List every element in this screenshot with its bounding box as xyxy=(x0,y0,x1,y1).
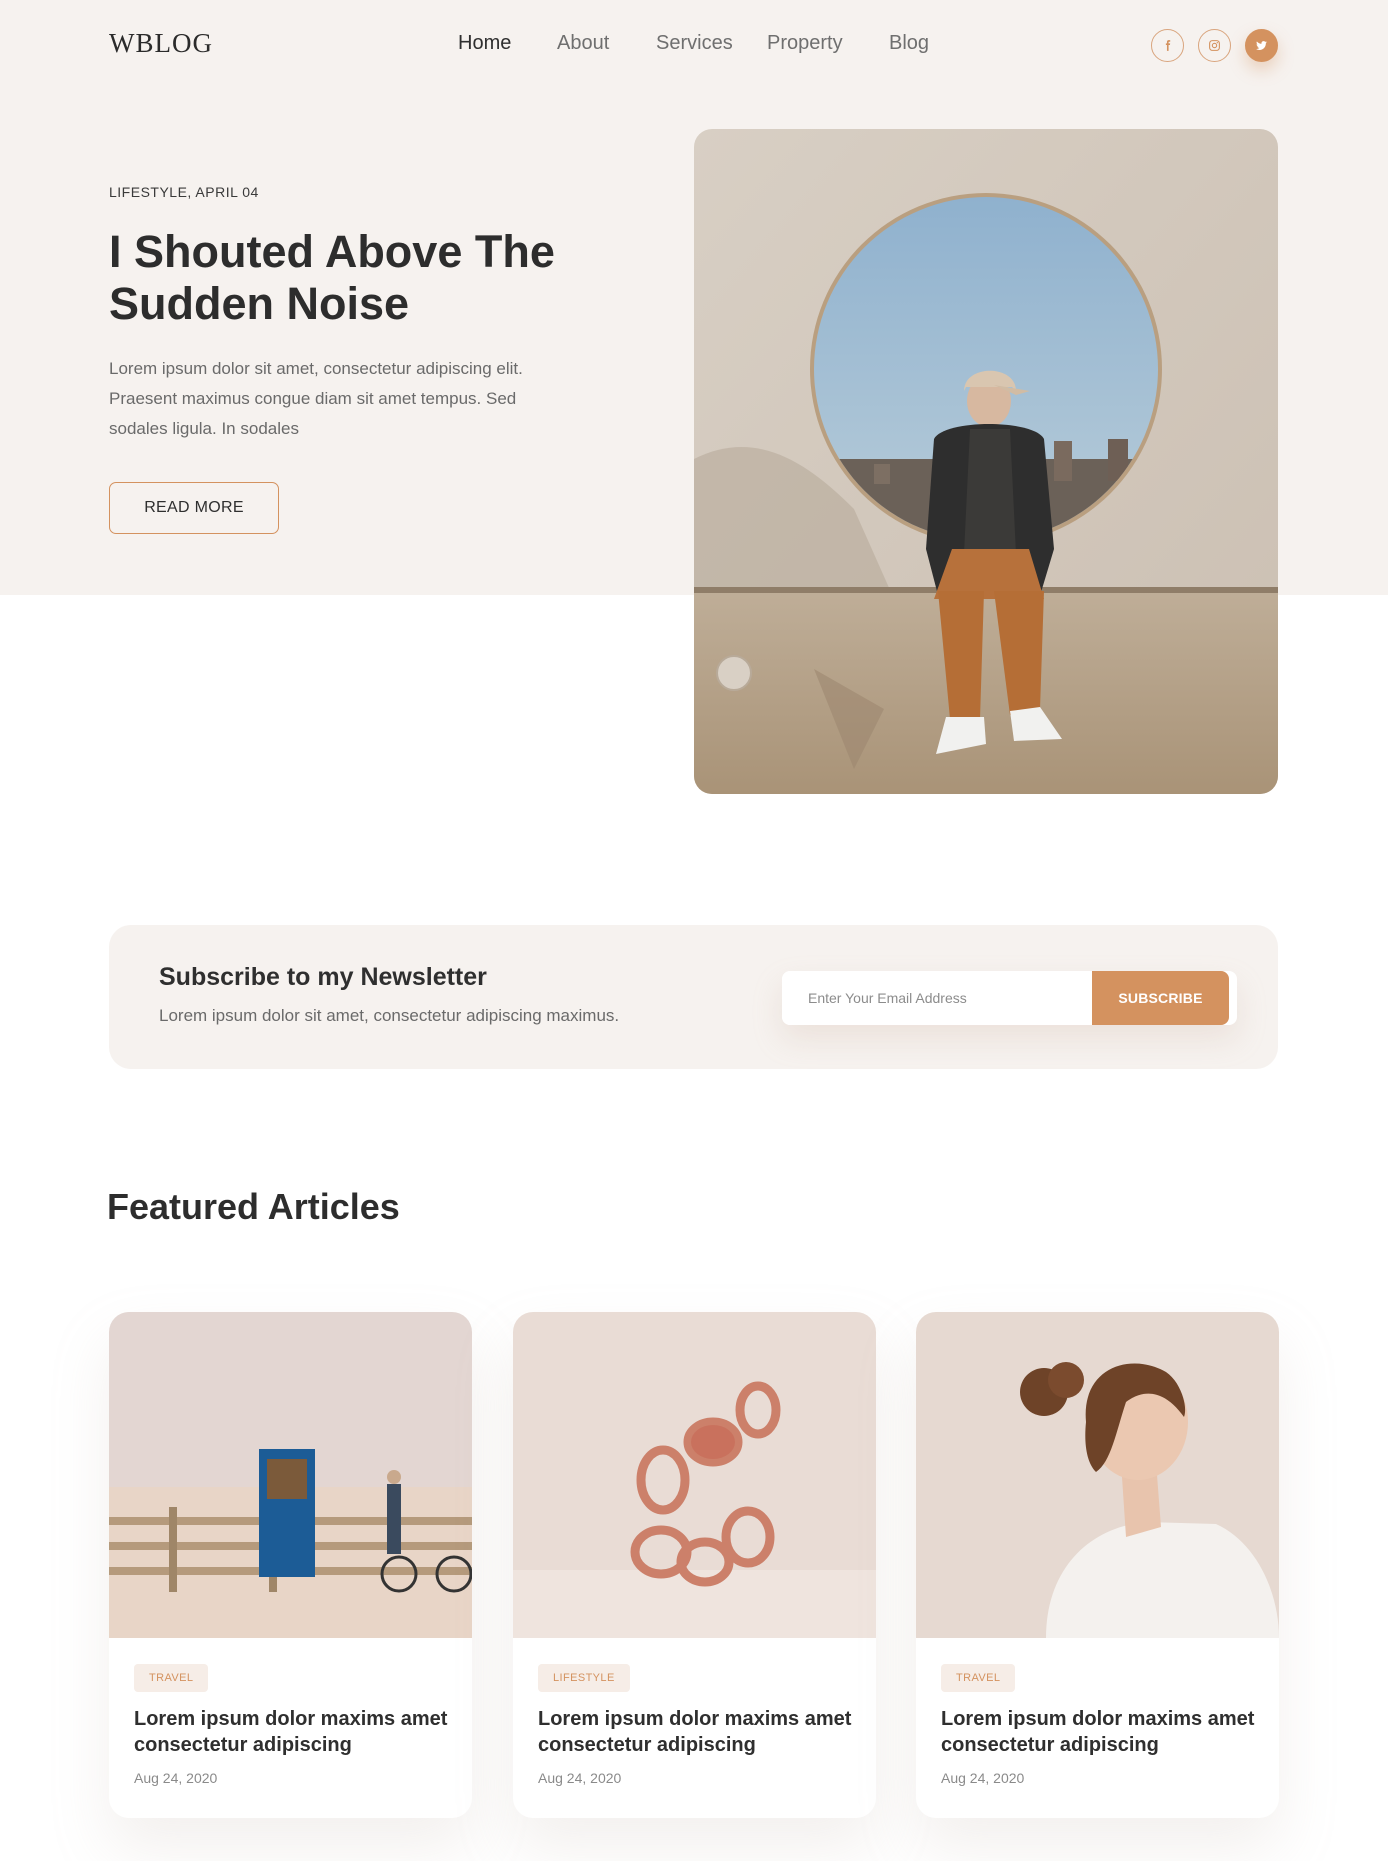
article-image xyxy=(109,1312,472,1638)
article-tag[interactable]: LIFESTYLE xyxy=(538,1664,630,1692)
nav-blog[interactable]: Blog xyxy=(889,32,929,55)
email-input[interactable] xyxy=(782,971,1092,1025)
article-image xyxy=(916,1312,1279,1638)
twitter-icon xyxy=(1256,41,1267,50)
article-card[interactable]: TRAVEL Lorem ipsum dolor maxims amet con… xyxy=(109,1312,472,1818)
article-title[interactable]: Lorem ipsum dolor maxims amet consectetu… xyxy=(134,1706,454,1758)
article-title[interactable]: Lorem ipsum dolor maxims amet consectetu… xyxy=(941,1706,1261,1758)
article-tag[interactable]: TRAVEL xyxy=(941,1664,1016,1692)
nav-home[interactable]: Home xyxy=(458,32,511,55)
newsletter-title: Subscribe to my Newsletter xyxy=(159,963,487,991)
facebook-button[interactable] xyxy=(1151,29,1184,62)
hero-image xyxy=(694,129,1278,794)
facebook-icon xyxy=(1165,40,1171,51)
article-date: Aug 24, 2020 xyxy=(134,1770,218,1786)
nav-services[interactable]: Services xyxy=(656,32,733,55)
article-card[interactable]: TRAVEL Lorem ipsum dolor maxims amet con… xyxy=(916,1312,1279,1818)
hero-text: Lorem ipsum dolor sit amet, consectetur … xyxy=(109,359,523,438)
instagram-button[interactable] xyxy=(1198,29,1231,62)
newsletter-text: Lorem ipsum dolor sit amet, consectetur … xyxy=(159,1006,620,1025)
twitter-button[interactable] xyxy=(1245,29,1278,62)
nav-about[interactable]: About xyxy=(557,32,609,55)
newsletter-section: Subscribe to my Newsletter Lorem ipsum d… xyxy=(109,925,1278,1069)
nav-property[interactable]: Property xyxy=(767,32,843,55)
hero-title: I Shouted Above The Sudden Noise xyxy=(109,226,555,329)
article-card[interactable]: LIFESTYLE Lorem ipsum dolor maxims amet … xyxy=(513,1312,876,1818)
article-title[interactable]: Lorem ipsum dolor maxims amet consectetu… xyxy=(538,1706,858,1758)
article-date: Aug 24, 2020 xyxy=(941,1770,1025,1786)
read-more-button[interactable]: READ MORE xyxy=(109,482,279,534)
subscribe-button[interactable]: SUBSCRIBE xyxy=(1092,971,1229,1025)
featured-title: Featured Articles xyxy=(107,1186,400,1227)
article-tag[interactable]: TRAVEL xyxy=(134,1664,209,1692)
newsletter-form: SUBSCRIBE xyxy=(782,971,1237,1025)
article-image xyxy=(513,1312,876,1638)
hero-meta: LIFESTYLE, APRIL 04 xyxy=(109,184,259,200)
instagram-icon xyxy=(1209,40,1220,51)
article-date: Aug 24, 2020 xyxy=(538,1770,622,1786)
